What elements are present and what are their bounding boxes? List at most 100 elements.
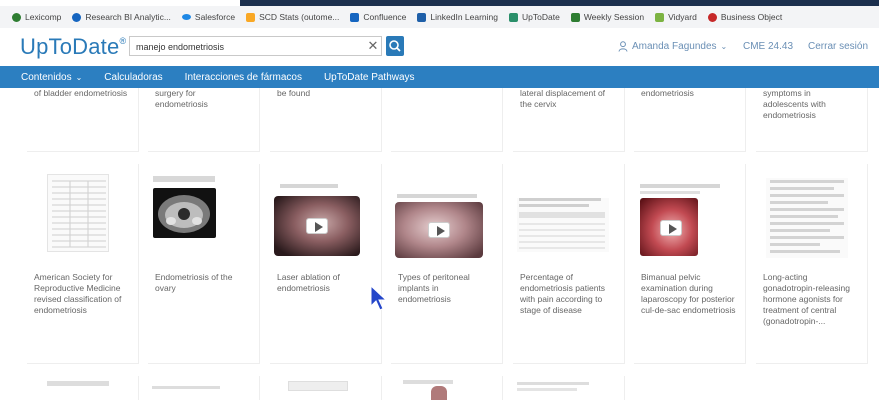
bookmark-label: Lexicomp — [25, 12, 62, 22]
document-graphic — [770, 180, 844, 253]
bookmark-item[interactable]: Business Object — [707, 12, 783, 22]
graphic-caption: Endometriosis of the ovary — [155, 272, 233, 293]
confluence-icon — [350, 12, 360, 22]
graphic-card[interactable]: Long-acting gonadotropin-releasing hormo… — [756, 164, 868, 364]
graphic-thumbnail — [640, 184, 720, 188]
graphic-thumbnail — [431, 386, 447, 400]
bookmark-item[interactable]: Confluence — [350, 12, 406, 22]
play-icon[interactable] — [660, 220, 682, 236]
graphic-thumbnail — [640, 191, 700, 194]
nav-pathways[interactable]: UpToDate Pathways — [324, 72, 415, 83]
bookmark-item[interactable]: UpToDate — [509, 12, 560, 22]
bookmark-item[interactable]: LinkedIn Learning — [417, 12, 498, 22]
stats-icon — [246, 12, 256, 22]
logout-link[interactable]: Cerrar sesión — [808, 41, 868, 52]
nav-label: Interacciones de fármacos — [184, 71, 302, 83]
linkedin-icon — [417, 12, 427, 22]
uptodate-logo[interactable]: UpToDate® — [20, 34, 126, 60]
graphic-card[interactable]: Laser ablation of endometriosis — [270, 164, 382, 364]
uptodate-icon — [509, 12, 518, 22]
business-object-icon — [707, 12, 717, 22]
graphic-thumbnail — [47, 381, 109, 386]
graphic-caption: endometriosis — [641, 88, 694, 98]
bookmark-label: Business Object — [720, 12, 783, 22]
graphic-thumbnail — [280, 184, 338, 188]
graphics-grid: of bladder endometriosis surgery for end… — [0, 88, 879, 400]
graphic-card[interactable] — [270, 376, 382, 400]
research-icon — [72, 12, 82, 22]
play-icon[interactable] — [306, 218, 328, 234]
graphic-card[interactable]: symptoms in adolescents with endometrios… — [756, 88, 868, 152]
user-name: Amanda Fagundes — [632, 41, 717, 52]
graphic-card[interactable] — [391, 88, 503, 152]
user-icon — [618, 41, 628, 52]
graphic-card[interactable] — [391, 376, 503, 400]
bookmark-item[interactable]: Salesforce — [181, 12, 236, 22]
graphic-caption: Laser ablation of endometriosis — [277, 272, 340, 293]
uptodate-app: Lexicomp Research BI Analytic... Salesfo… — [0, 0, 879, 400]
nav-label: UpToDate Pathways — [323, 71, 415, 83]
graphic-thumbnail — [403, 380, 453, 384]
bookmark-item[interactable]: Research BI Analytic... — [72, 12, 171, 22]
bookmark-label: Research BI Analytic... — [85, 12, 171, 22]
bookmark-item[interactable]: SCD Stats (outome... — [246, 12, 339, 22]
graphic-card[interactable]: Percentage of endometriosis patients wit… — [513, 164, 625, 364]
graphic-card[interactable]: lateral displacement of the cervix — [513, 88, 625, 152]
bookmark-item[interactable]: Weekly Session — [570, 12, 645, 22]
bookmark-label: Salesforce — [194, 12, 236, 22]
chevron-down-icon: ⌄ — [75, 72, 83, 82]
search-button[interactable] — [386, 36, 404, 56]
bookmark-item[interactable]: Vidyard — [655, 12, 697, 22]
graphic-card[interactable]: surgery for endometriosis — [148, 88, 260, 152]
vidyard-icon — [655, 12, 665, 22]
graphic-card[interactable]: of bladder endometriosis — [27, 88, 139, 152]
graphic-card[interactable]: be found — [270, 88, 382, 152]
bookmark-item[interactable]: Lexicomp — [12, 12, 61, 22]
table-graphic — [52, 180, 106, 248]
graphic-caption: lateral displacement of the cervix — [520, 88, 606, 109]
graphic-caption: Bimanual pelvic examination during lapar… — [641, 272, 736, 315]
search-box — [129, 36, 382, 56]
graphic-card[interactable]: Endometriosis of the ovary — [148, 164, 260, 364]
graphic-card[interactable] — [148, 376, 260, 400]
search-input[interactable] — [136, 40, 361, 53]
graphic-caption: be found — [277, 88, 311, 98]
table-graphic — [519, 198, 605, 249]
nav-label: Contenidos — [21, 71, 72, 83]
graphic-card[interactable]: Types of peritoneal implants in endometr… — [391, 164, 503, 364]
graphic-card[interactable]: Bimanual pelvic examination during lapar… — [634, 164, 746, 364]
graphic-caption: of bladder endometriosis — [34, 88, 128, 98]
graphic-card[interactable]: endometriosis — [634, 88, 746, 152]
graphic-caption: surgery for endometriosis — [155, 88, 208, 109]
cme-credits[interactable]: CME 24.43 — [743, 41, 793, 52]
graphic-caption: Long-acting gonadotropin-releasing hormo… — [763, 272, 850, 326]
play-icon[interactable] — [428, 222, 450, 238]
clear-search-icon[interactable]: ✕ — [366, 38, 380, 54]
app-header: UpToDate® ✕ Amanda Fagundes ⌄ CME 24.43 … — [0, 28, 879, 66]
nav-interacciones[interactable]: Interacciones de fármacos — [185, 72, 302, 83]
graphic-card[interactable] — [513, 376, 625, 400]
graphic-thumbnail — [517, 388, 577, 391]
chevron-down-icon: ⌄ — [720, 42, 728, 51]
bookmark-label: LinkedIn Learning — [430, 12, 498, 22]
graphic-card[interactable] — [27, 376, 139, 400]
graphic-caption: Types of peritoneal implants in endometr… — [398, 272, 470, 304]
bookmark-label: Vidyard — [668, 12, 697, 22]
logo-text: UpToDate — [20, 34, 120, 59]
weekly-icon — [570, 12, 580, 22]
graphic-thumbnail — [517, 198, 609, 252]
lexicomp-icon — [12, 12, 21, 22]
search-icon — [389, 40, 401, 52]
nav-calculadoras[interactable]: Calculadoras — [104, 72, 162, 83]
nav-contenidos[interactable]: Contenidos ⌄ — [21, 72, 82, 83]
graphic-card[interactable]: American Society for Reproductive Medici… — [27, 164, 139, 364]
main-nav: Contenidos ⌄ Calculadoras Interacciones d… — [0, 66, 879, 88]
graphic-caption: American Society for Reproductive Medici… — [34, 272, 122, 315]
bookmark-label: Confluence — [363, 12, 407, 22]
bookmark-label: UpToDate — [522, 12, 560, 22]
video-thumbnail — [274, 196, 360, 256]
user-menu[interactable]: Amanda Fagundes ⌄ — [618, 41, 727, 52]
graphic-thumbnail — [517, 382, 589, 385]
salesforce-icon — [181, 14, 191, 20]
bookmark-label: Weekly Session — [583, 12, 645, 22]
